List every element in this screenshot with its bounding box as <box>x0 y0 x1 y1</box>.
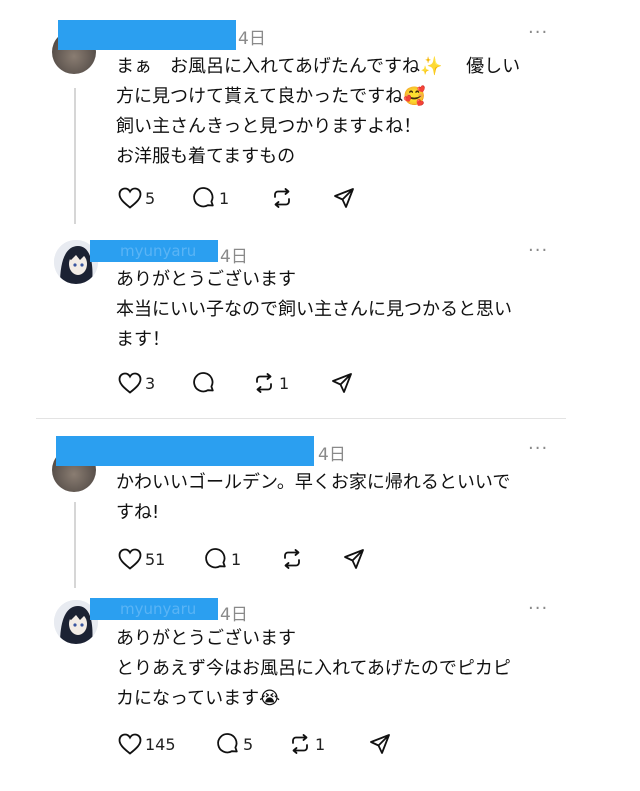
share-button[interactable] <box>368 731 392 757</box>
action-bar: 51 1 <box>118 546 378 572</box>
share-button[interactable] <box>342 546 366 572</box>
heart-icon <box>118 372 142 394</box>
reply-count: 1 <box>231 549 242 569</box>
like-button[interactable]: 5 <box>118 185 155 211</box>
heart-icon <box>118 187 142 209</box>
thread-divider <box>36 418 566 419</box>
like-button[interactable]: 51 <box>118 546 165 572</box>
username[interactable]: myunyaru <box>90 600 196 618</box>
post-time: 4日 <box>318 445 346 465</box>
redacted-username: myunyaru <box>90 598 218 620</box>
action-bar: 3 1 <box>118 370 378 396</box>
repost-button[interactable]: 1 <box>288 731 325 757</box>
repost-icon <box>274 188 290 208</box>
like-count: 3 <box>145 373 156 393</box>
post-time: 4日 <box>220 247 248 267</box>
like-count: 145 <box>145 734 176 754</box>
action-bar: 145 5 1 <box>118 731 398 757</box>
like-count: 5 <box>145 188 156 208</box>
comment-icon <box>205 548 226 569</box>
redacted-username <box>56 436 314 466</box>
share-icon <box>334 188 354 208</box>
repost-icon <box>284 549 300 569</box>
heart-icon <box>118 733 142 755</box>
reply-button[interactable] <box>192 370 219 396</box>
comment-icon <box>193 372 214 393</box>
post-text-line: 本当にいい子なので飼い主さんに見つかると思い <box>116 299 512 320</box>
thread-line <box>74 88 76 224</box>
post-text-line: とりあえず今はお風呂に入れてあげたのでピカピ <box>116 658 511 679</box>
post-time: 4日 <box>238 29 266 49</box>
repost-button[interactable] <box>270 185 297 211</box>
post-text-line: お洋服も着てますもの <box>116 146 296 167</box>
reply-button[interactable]: 1 <box>192 185 229 211</box>
more-options-icon[interactable]: ··· <box>528 22 548 43</box>
post-text-line: すね! <box>116 502 160 523</box>
repost-count: 1 <box>279 373 290 393</box>
post-text-line: かわいいゴールデン。早くお家に帰れるといいで <box>116 472 511 493</box>
post-text: まぁ お風呂に入れてあげたんですね✨ 優しい 方に見つけて貰えて良かったですね🥰… <box>116 52 520 172</box>
repost-icon <box>256 373 272 393</box>
share-icon <box>370 734 390 754</box>
post-text-line: 方に見つけて貰えて良かったですね🥰 <box>116 86 426 107</box>
comment-icon <box>193 187 214 208</box>
reply-button[interactable]: 5 <box>216 731 253 757</box>
like-button[interactable]: 3 <box>118 370 155 396</box>
share-icon <box>332 373 352 393</box>
post-text-line: ます！ <box>116 329 170 350</box>
more-options-icon[interactable]: ··· <box>528 598 548 619</box>
like-count: 51 <box>145 549 166 569</box>
repost-button[interactable]: 1 <box>252 370 289 396</box>
reply-button[interactable]: 1 <box>204 546 241 572</box>
redacted-username: myunyaru <box>90 240 218 262</box>
post-text-line: まぁ お風呂に入れてあげたんですね✨ 優しい <box>116 56 521 77</box>
action-bar: 5 1 <box>118 185 378 211</box>
post-text: ありがとうございます とりあえず今はお風呂に入れてあげたのでピカピ カになってい… <box>116 624 511 714</box>
more-options-icon[interactable]: ··· <box>528 240 548 261</box>
comment-icon <box>217 733 238 754</box>
repost-count: 1 <box>315 734 326 754</box>
share-button[interactable] <box>330 370 354 396</box>
username[interactable]: myunyaru <box>90 242 196 260</box>
share-button[interactable] <box>332 185 356 211</box>
reply-count: 1 <box>219 188 230 208</box>
post-time: 4日 <box>220 605 248 625</box>
post-text: ありがとうございます 本当にいい子なので飼い主さんに見つかると思い ます！ <box>116 265 512 355</box>
reply-count: 5 <box>243 734 254 754</box>
thread-line <box>74 502 76 588</box>
repost-icon <box>292 734 308 754</box>
share-icon <box>344 549 364 569</box>
redacted-username <box>58 20 236 50</box>
post-text-line: 飼い主さんきっと見つかりますよね！ <box>116 116 422 137</box>
like-button[interactable]: 145 <box>118 731 176 757</box>
post-text-line: カになっています😭 <box>116 688 281 709</box>
post-text: かわいいゴールデン。早くお家に帰れるといいで すね! <box>116 468 510 528</box>
heart-icon <box>118 548 142 570</box>
more-options-icon[interactable]: ··· <box>528 438 548 459</box>
post-text-line: ありがとうございます <box>116 269 296 290</box>
post-text-line: ありがとうございます <box>116 628 296 649</box>
repost-button[interactable] <box>280 546 307 572</box>
